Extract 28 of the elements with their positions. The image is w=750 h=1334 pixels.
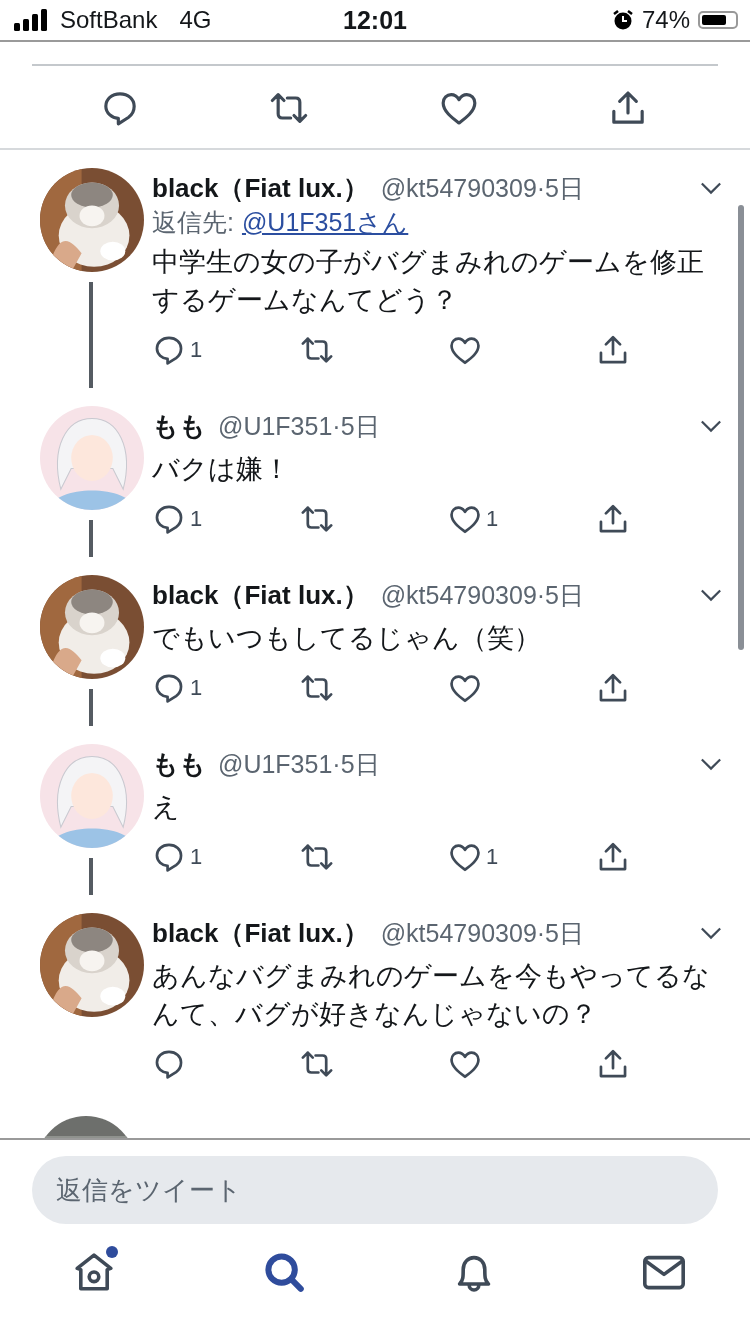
user-name: もも <box>152 409 206 443</box>
user-name: black（Fiat lux.） <box>152 578 369 612</box>
handle-time: @U1F351·5日 <box>218 748 380 780</box>
handle-time: @kt54790309·5日 <box>380 917 585 949</box>
handle-time: @U1F351·5日 <box>218 410 380 442</box>
tweet-text: 中学生の女の子がバグまみれのゲームを修正するゲームなんてどう？ <box>152 246 705 317</box>
network-type: 4G <box>179 6 212 34</box>
reply-count: 1 <box>190 844 203 870</box>
tweet-text: でもいつもしてるじゃん（笑） <box>152 622 542 655</box>
reply-count: 1 <box>190 506 203 532</box>
tweet-text: あんなバグまみれのゲームを今もやってるなんて、バグが好きなんじゃないの？ <box>152 960 711 1031</box>
battery-percent: 74% <box>641 6 690 34</box>
reply-count: 1 <box>190 675 203 701</box>
user-name: もも <box>152 747 206 781</box>
tweet-text: バクは嫌！ <box>152 453 291 486</box>
like-count: 1 <box>486 844 499 870</box>
reply-count: 1 <box>190 337 203 363</box>
handle-time: @kt54790309·5日 <box>380 172 585 204</box>
carrier-name: SoftBank <box>60 6 158 34</box>
tweet-text: え <box>152 791 181 824</box>
user-name: black（Fiat lux.） <box>152 916 369 950</box>
handle-time: @kt54790309·5日 <box>380 579 585 611</box>
reply-input[interactable]: 返信をツイート <box>32 1156 718 1224</box>
clock-time: 12:01 <box>343 5 407 35</box>
user-name: black（Fiat lux.） <box>152 171 369 205</box>
reply-to-label: 返信先: <box>152 207 234 238</box>
like-count: 1 <box>486 506 499 532</box>
mention-link[interactable]: @U1F351さん <box>241 206 409 239</box>
